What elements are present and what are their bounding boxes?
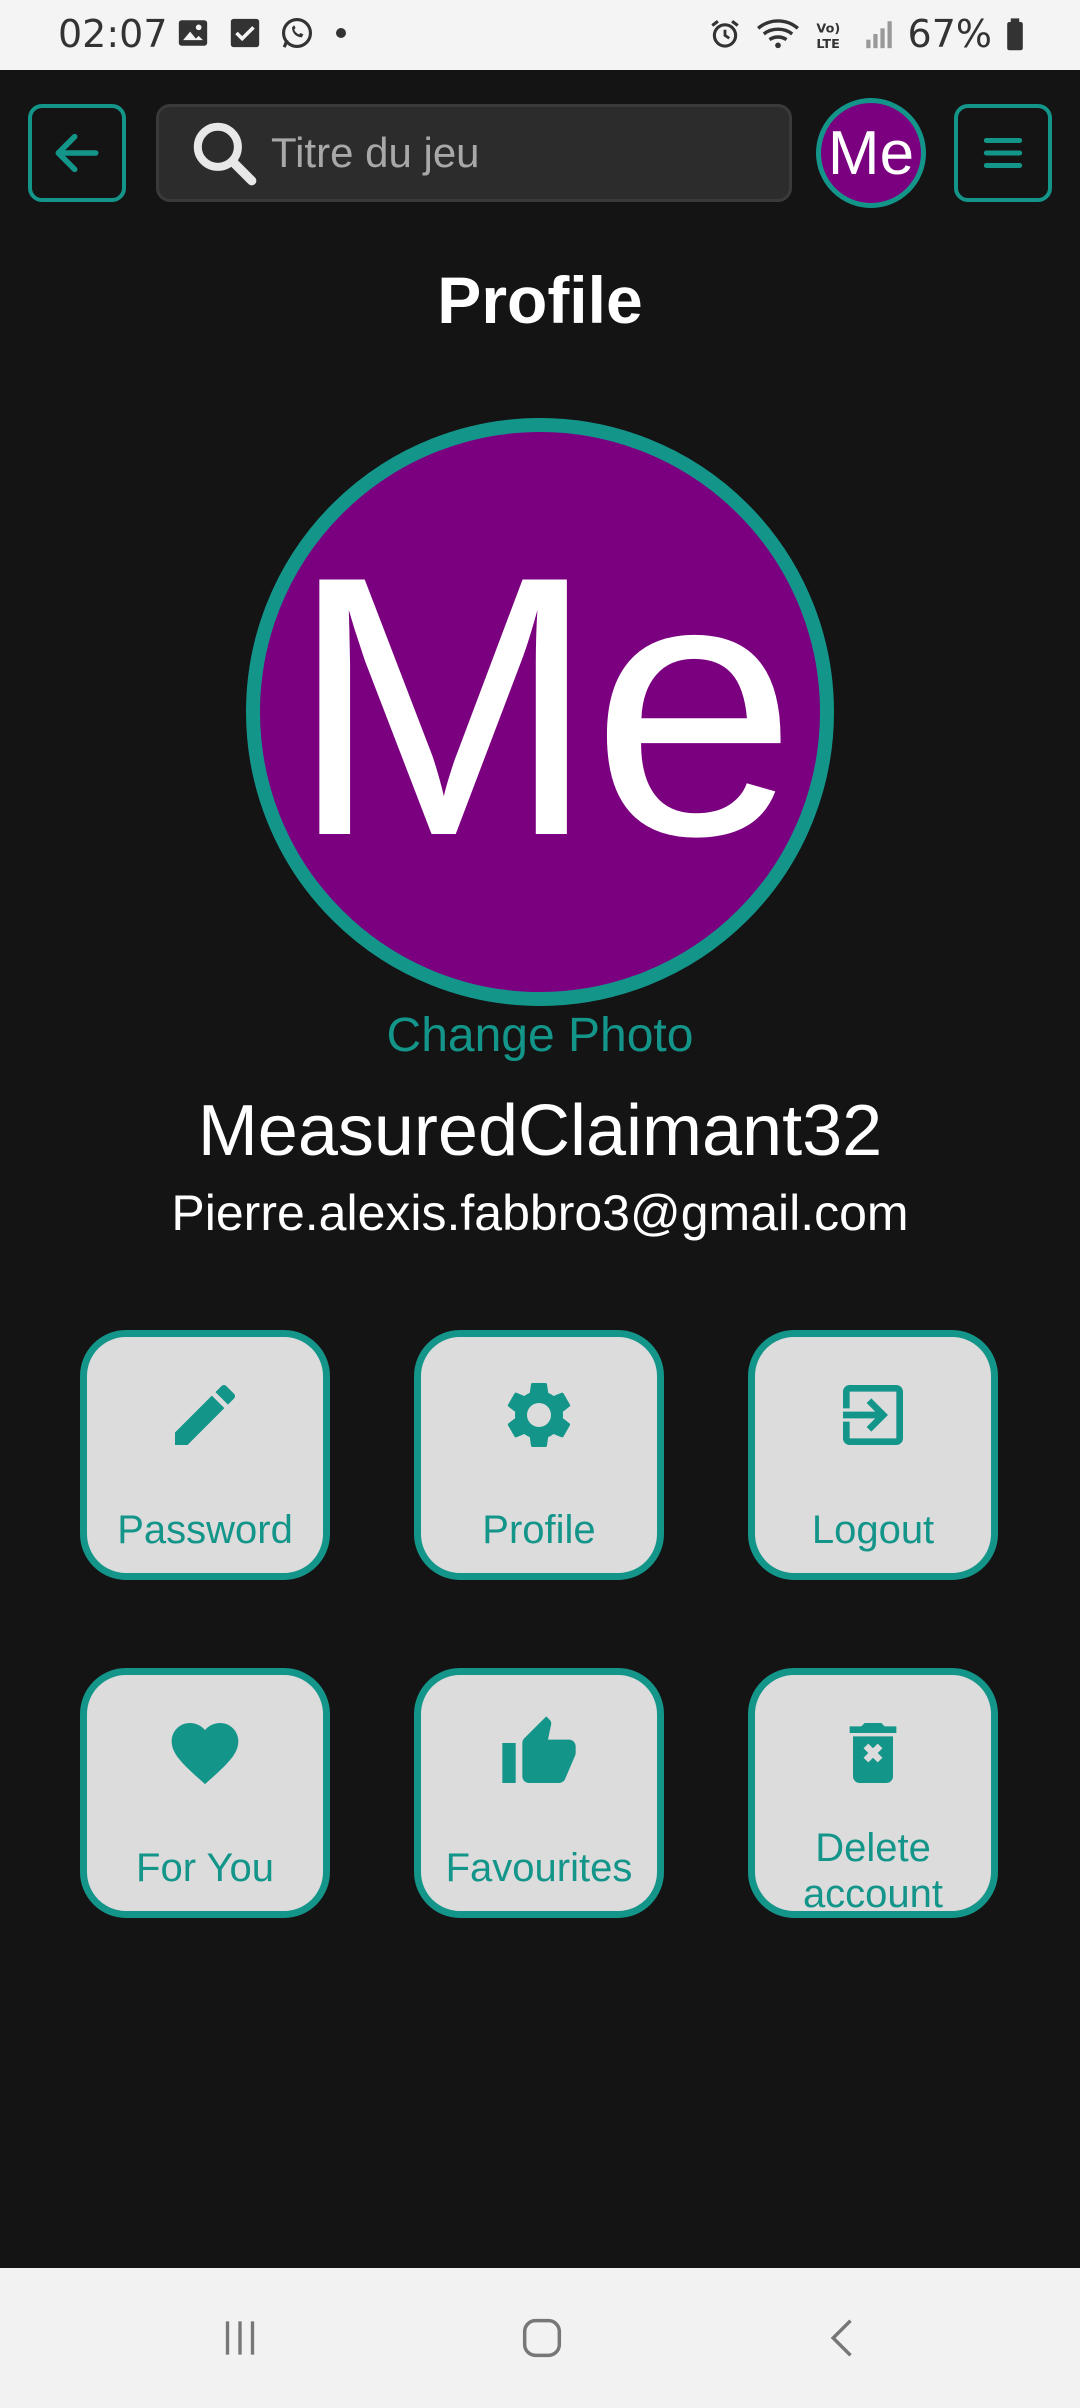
chevron-left-icon (830, 2319, 852, 2357)
tile-label: Delete account (802, 1826, 944, 1916)
system-icons: Vo) LTE 67% (708, 12, 1026, 56)
recent-apps-button[interactable] (200, 2308, 280, 2368)
top-bar: Me (0, 70, 1080, 240)
user-email: Pierre.alexis.fabbro3@gmail.com (171, 1185, 909, 1241)
tile-label: Profile (482, 1508, 596, 1552)
profile-avatar-button[interactable]: Me (816, 98, 926, 208)
system-navigation-bar (0, 2268, 1080, 2408)
search-input[interactable] (271, 129, 771, 177)
battery-icon (1007, 18, 1023, 51)
tile-label: For You (136, 1846, 274, 1890)
thumbs-up-icon (502, 1716, 576, 1783)
tile-label: Password (117, 1508, 293, 1552)
hamburger-menu-icon (983, 138, 1023, 168)
password-button[interactable]: Password (80, 1330, 330, 1580)
battery-percentage: 67% (907, 12, 992, 56)
alarm-icon (710, 20, 739, 48)
trash-icon (849, 1723, 897, 1783)
signal-icon (865, 21, 892, 49)
avatar-initials: Me (289, 500, 797, 913)
tile-label: Logout (811, 1508, 935, 1552)
home-button[interactable] (502, 2308, 582, 2368)
username: MeasuredClaimant32 (197, 1091, 883, 1171)
for-you-button[interactable]: For You (80, 1668, 330, 1918)
svg-text:Vo): Vo) (816, 22, 840, 37)
wifi-icon (756, 19, 799, 49)
profile-settings-button[interactable]: Profile (414, 1330, 664, 1580)
svg-text:LTE: LTE (816, 37, 839, 51)
recent-apps-icon (225, 2321, 255, 2355)
more-notifications-dot (336, 28, 346, 38)
whatsapp-icon (281, 17, 313, 49)
volte-icon: Vo)LTE (816, 22, 840, 51)
search-box[interactable] (156, 104, 792, 202)
logout-icon (843, 1385, 903, 1445)
gallery-icon (178, 20, 208, 46)
tile-label: Favourites (445, 1846, 633, 1890)
home-icon (522, 2318, 562, 2358)
search-icon (193, 122, 257, 186)
notification-icons (176, 16, 346, 50)
page-title: Profile (437, 263, 643, 337)
status-time: 02:07 (58, 12, 168, 56)
gear-icon (507, 1382, 571, 1447)
checkbox-icon (230, 18, 260, 48)
back-nav-button[interactable] (804, 2308, 884, 2368)
arrow-left-icon (55, 133, 99, 173)
logout-button[interactable]: Logout (748, 1330, 998, 1580)
change-photo-link[interactable]: Change Photo (0, 1008, 1080, 1063)
menu-button[interactable] (954, 104, 1052, 202)
favourites-button[interactable]: Favourites (414, 1668, 664, 1918)
heart-icon (171, 1723, 239, 1785)
status-bar: 02:07 Vo) LTE 67% (0, 0, 1080, 70)
back-button[interactable] (28, 104, 126, 202)
pencil-icon (175, 1384, 236, 1445)
delete-account-button[interactable]: Delete account (748, 1668, 998, 1918)
profile-avatar-large[interactable]: Me (246, 418, 834, 1006)
